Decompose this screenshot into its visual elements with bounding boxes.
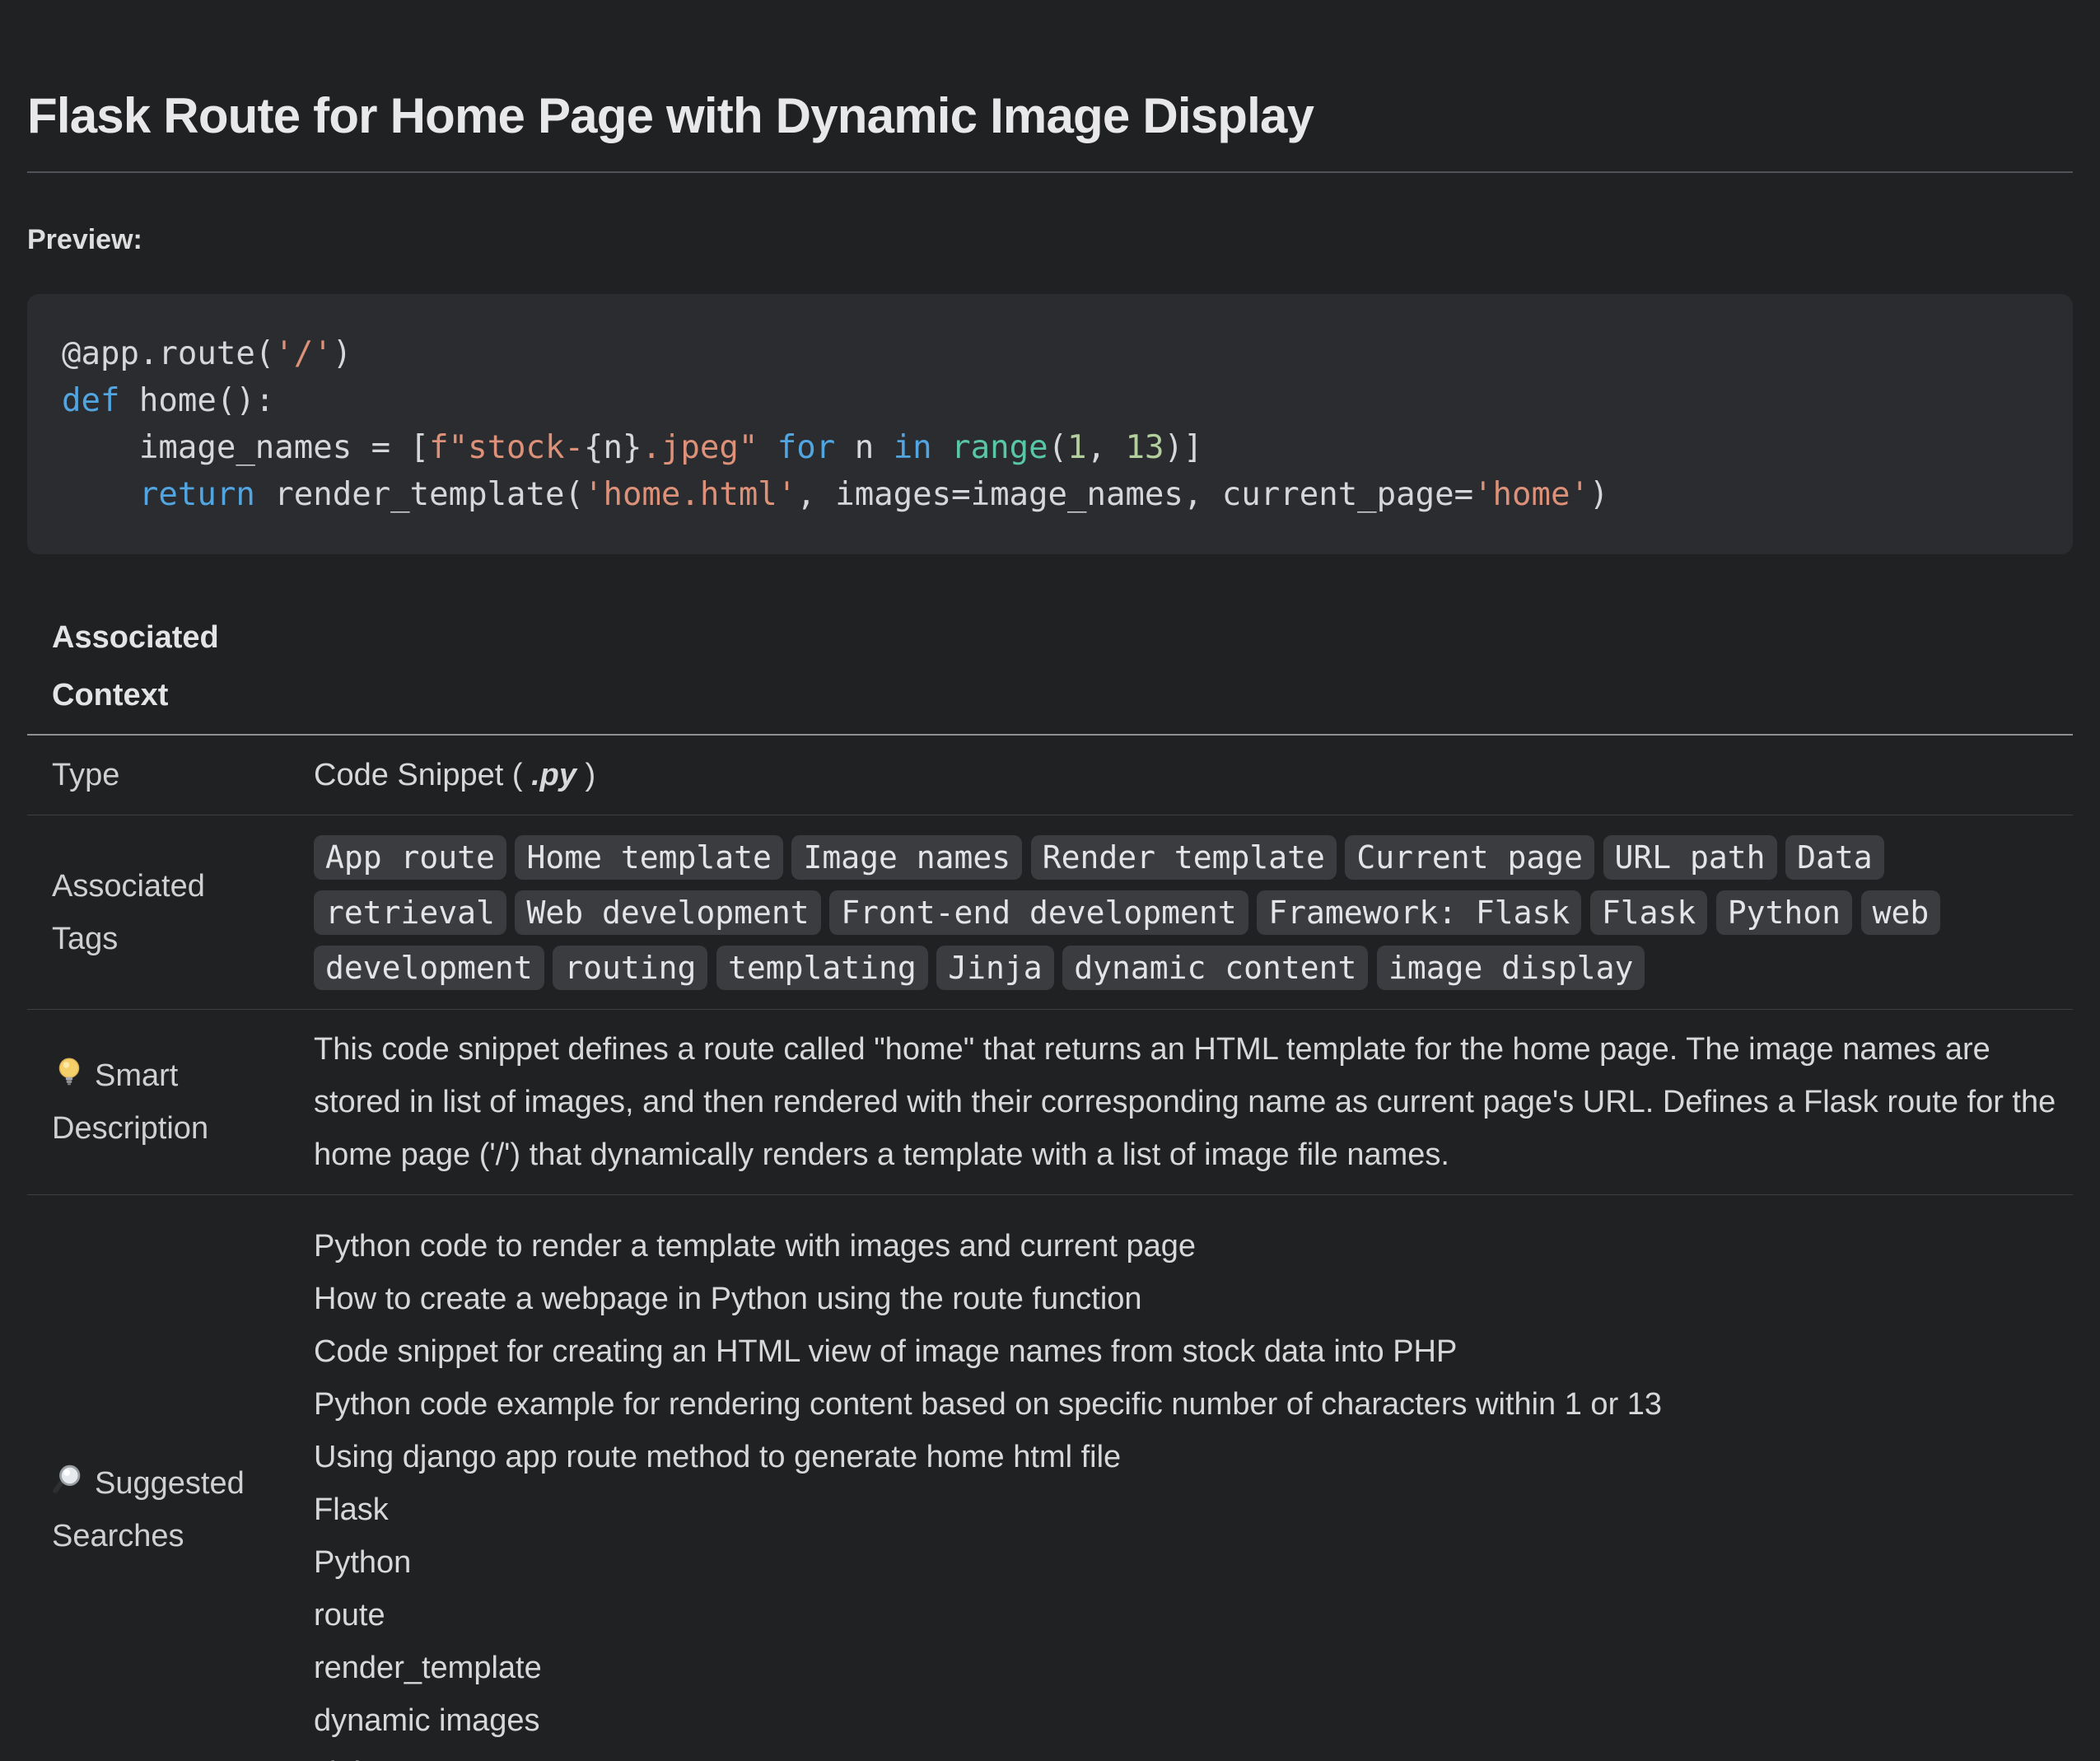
context-heading: Associated Context <box>27 599 2073 736</box>
suggested-searches-label: Suggested Searches <box>27 1457 258 1562</box>
code-token: for <box>777 429 835 466</box>
code-token: 13 <box>1126 429 1164 466</box>
tag-chip: Web development <box>515 890 820 935</box>
code-token: ( <box>1048 429 1067 466</box>
suggested-search-item: Jinja <box>314 1747 2066 1761</box>
code-block: @app.route('/')def home(): image_names =… <box>27 294 2073 554</box>
tag-chip: image display <box>1377 946 1645 990</box>
magnifying-glass-icon <box>52 1463 86 1497</box>
tag-chip: dynamic content <box>1062 946 1368 990</box>
code-token: def <box>62 382 119 419</box>
code-token: return <box>139 476 255 513</box>
code-token: n <box>835 429 893 466</box>
code-token: )] <box>1164 429 1202 466</box>
code-token <box>932 429 951 466</box>
suggested-search-item: Python code example for rendering conten… <box>314 1378 2066 1431</box>
suggested-search-item: Flask <box>314 1483 2066 1536</box>
code-token: 'home.html' <box>584 476 796 513</box>
code-token: render_template( <box>255 476 584 513</box>
code-token: f"stock- <box>429 429 584 466</box>
suggested-search-item: dynamic images <box>314 1694 2066 1747</box>
code-token: home(): <box>119 382 274 419</box>
code-token <box>758 429 777 466</box>
code-token: .jpeg" <box>642 429 758 466</box>
context-heading-text: Associated Context <box>52 609 291 734</box>
snippet-detail-page: Flask Route for Home Page with Dynamic I… <box>0 0 2100 1761</box>
code-token: range <box>951 429 1048 466</box>
suggested-searches-list: Python code to render a template with im… <box>289 1220 2073 1761</box>
table-row-type: Type Code Snippet ( .py ) <box>27 736 2073 815</box>
tags-list: App route Home template Image names Rend… <box>289 829 2073 996</box>
page-title: Flask Route for Home Page with Dynamic I… <box>27 0 2073 145</box>
tag-chip: Front-end development <box>829 890 1248 935</box>
code-token: image_names = [ <box>62 429 429 466</box>
suggested-search-item: Code snippet for creating an HTML view o… <box>314 1325 2066 1378</box>
tag-chip: Current page <box>1345 835 1594 880</box>
associated-tags-label: Associated Tags <box>27 860 258 965</box>
table-row-tags: Associated Tags App route Home template … <box>27 815 2073 1010</box>
code-token: 1 <box>1067 429 1086 466</box>
code-line: @app.route('/') <box>62 330 2038 377</box>
code-token: in <box>894 429 932 466</box>
tag-chip: Jinja <box>936 946 1053 990</box>
type-value-suffix: ) <box>576 758 595 792</box>
code-token: , images=image_names, current_page= <box>796 476 1473 513</box>
title-divider <box>27 171 2073 173</box>
tag-chip: templating <box>716 946 928 990</box>
type-value: Code Snippet ( .py ) <box>289 749 2073 801</box>
type-label: Type <box>27 749 258 801</box>
suggested-search-item: render_template <box>314 1642 2066 1694</box>
smart-description-label: Smart Description <box>27 1049 258 1155</box>
tag-chip: Python <box>1716 890 1852 935</box>
table-row-suggested-searches: Suggested Searches Python code to render… <box>27 1195 2073 1761</box>
suggested-search-item: Python code to render a template with im… <box>314 1220 2066 1273</box>
tag-chip: Flask <box>1590 890 1707 935</box>
type-extension: .py <box>531 758 576 792</box>
tag-chip: Render template <box>1031 835 1337 880</box>
suggested-search-item: route <box>314 1589 2066 1642</box>
lightbulb-icon <box>52 1055 86 1090</box>
code-token: {n} <box>584 429 642 466</box>
tag-chip: Home template <box>515 835 782 880</box>
code-token: @app.route( <box>62 335 274 372</box>
type-value-prefix: Code Snippet ( <box>314 758 531 792</box>
tag-chip: Framework: Flask <box>1257 890 1581 935</box>
suggested-search-item: Using django app route method to generat… <box>314 1431 2066 1483</box>
smart-description-text: This code snippet defines a route called… <box>289 1023 2073 1181</box>
associated-context-table: Associated Context Type Code Snippet ( .… <box>27 599 2073 1761</box>
table-row-smart-description: Smart Description This code snippet defi… <box>27 1010 2073 1195</box>
tag-chip: Image names <box>791 835 1022 880</box>
code-line: return render_template('home.html', imag… <box>62 471 2038 518</box>
preview-label: Preview: <box>27 224 2073 256</box>
code-token: ) <box>333 335 352 372</box>
code-token: '/' <box>274 335 332 372</box>
code-token: ) <box>1589 476 1608 513</box>
code-token: 'home' <box>1473 476 1589 513</box>
suggested-search-item: How to create a webpage in Python using … <box>314 1273 2066 1325</box>
code-line: def home(): <box>62 377 2038 424</box>
code-line: image_names = [f"stock-{n}.jpeg" for n i… <box>62 424 2038 471</box>
code-token: , <box>1087 429 1126 466</box>
tag-chip: URL path <box>1603 835 1777 880</box>
code-token <box>62 476 139 513</box>
tag-chip: App route <box>314 835 506 880</box>
suggested-search-item: Python <box>314 1536 2066 1589</box>
tag-chip: routing <box>553 946 707 990</box>
